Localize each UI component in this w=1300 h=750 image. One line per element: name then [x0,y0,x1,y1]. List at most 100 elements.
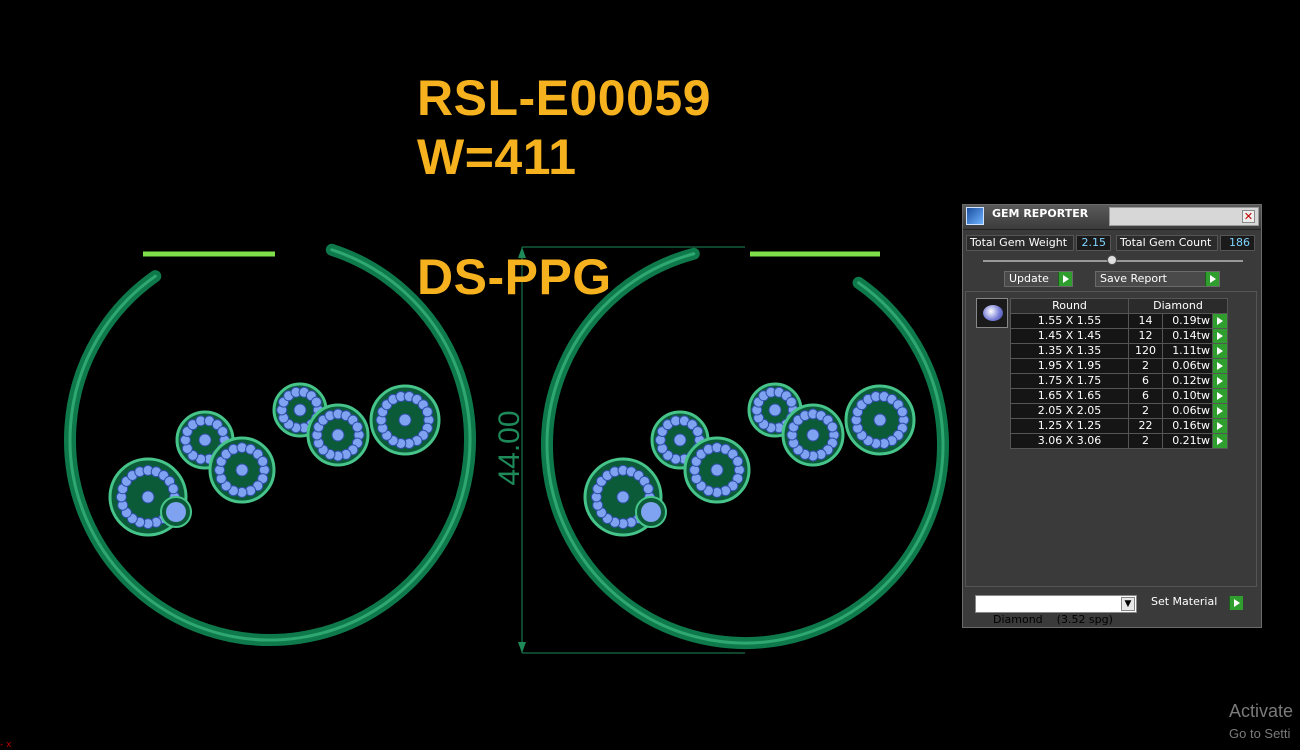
diamond-stone [235,463,249,477]
update-button-label: Update [1009,272,1049,285]
gem-size: 1.75 X 1.75 [1010,373,1129,389]
center-stone [641,502,661,522]
gem-weight: 0.14tw [1162,328,1213,344]
play-arrow-icon [1205,272,1219,286]
gem-size: 1.95 X 1.95 [1010,358,1129,374]
save-report-button[interactable]: Save Report [1095,271,1220,287]
gem-weight: 0.16tw [1162,418,1213,434]
center-stone [166,502,186,522]
report-slider-handle[interactable] [1107,255,1117,265]
gem-reporter-window[interactable]: GEM REPORTER ✕ Total Gem Weight 2.15 Tot… [962,204,1262,628]
table-row[interactable]: 1.55 X 1.55 14 0.19tw [1010,313,1228,329]
set-material-button-label: Set Material [1151,595,1218,608]
gem-table-panel: Round Diamond 1.55 X 1.55 14 0.19tw 1.45 X… [965,291,1257,587]
weight-label: W=411 [417,129,577,185]
gem-weight: 0.10tw [1162,388,1213,404]
select-row-arrow-icon[interactable] [1212,433,1228,449]
gem-count: 22 [1128,418,1163,434]
diamond-stone [692,425,704,437]
gem-size: 1.25 X 1.25 [1010,418,1129,434]
gem-count: 2 [1128,358,1163,374]
round-gem-icon [976,298,1008,328]
gem-reporter-titlebar[interactable]: GEM REPORTER ✕ [963,205,1261,230]
diamond-stone [642,483,654,495]
gem-table: Round Diamond 1.55 X 1.55 14 0.19tw 1.45 X… [1010,298,1228,449]
gem-size: 1.55 X 1.55 [1010,313,1129,329]
table-row[interactable]: 1.35 X 1.35 120 1.11tw [1010,343,1228,359]
material-select-value: Diamond (3.52 spg) [993,613,1113,626]
gem-size: 1.35 X 1.35 [1010,343,1129,359]
chevron-down-icon[interactable]: ▼ [1121,597,1135,611]
table-row[interactable]: 3.06 X 3.06 2 0.21tw [1010,433,1228,449]
diamond-stone [616,490,630,504]
gem-count: 2 [1128,433,1163,449]
gem-weight: 1.11tw [1162,343,1213,359]
gem-count: 12 [1128,328,1163,344]
diamond-stone [785,396,797,408]
table-row[interactable]: 1.75 X 1.75 6 0.12tw [1010,373,1228,389]
finish-code-label: DS-PPG [417,249,612,305]
save-report-button-label: Save Report [1100,272,1167,285]
column-header-shape: Round [1010,298,1129,314]
table-row[interactable]: 1.95 X 1.95 2 0.06tw [1010,358,1228,374]
diamond-stone [167,483,179,495]
titlebar-field: ✕ [1109,207,1259,226]
diamond-stone [331,428,345,442]
diamond-stone [398,413,412,427]
gem-size: 1.65 X 1.65 [1010,388,1129,404]
arrow-down-icon [518,642,526,653]
update-button[interactable]: Update [1004,271,1073,287]
diamond-stone [673,433,687,447]
diamond-stone [896,406,908,418]
close-icon[interactable]: ✕ [1242,210,1255,223]
gem-count: 2 [1128,403,1163,419]
axis-corner-marker: - x [0,740,12,750]
diamond-stone [198,433,212,447]
dimension-label: 44.00 [493,410,526,486]
play-arrow-icon [1058,272,1072,286]
material-select[interactable]: Diamond (3.52 spg) ▼ [975,595,1137,626]
gem-weight: 0.12tw [1162,373,1213,389]
diamond-stone [217,425,229,437]
table-row[interactable]: 1.45 X 1.45 12 0.14tw [1010,328,1228,344]
gem-count: 6 [1128,388,1163,404]
select-row-arrow-icon[interactable] [1212,373,1228,389]
diamond-stone [732,455,744,467]
select-row-arrow-icon[interactable] [1212,388,1228,404]
gem-weight: 0.19tw [1162,313,1213,329]
table-row[interactable]: 1.65 X 1.65 6 0.10tw [1010,388,1228,404]
diamond-stone [141,490,155,504]
set-material-button[interactable]: Set Material [1147,595,1243,613]
diamond-stone [310,396,322,408]
table-row[interactable]: 2.05 X 2.05 2 0.06tw [1010,403,1228,419]
gem-size: 2.05 X 2.05 [1010,403,1129,419]
select-row-arrow-icon[interactable] [1212,358,1228,374]
gem-size: 3.06 X 3.06 [1010,433,1129,449]
diamond-stone [257,455,269,467]
diamond-stone [806,428,820,442]
total-gem-count-value: 186 [1220,235,1255,251]
diamond-stone [293,403,307,417]
total-gem-weight-value: 2.15 [1076,235,1111,251]
gem-count: 120 [1128,343,1163,359]
gem-count: 14 [1128,313,1163,329]
part-code-label: RSL-E00059 [417,70,712,126]
total-gem-weight-label: Total Gem Weight [966,235,1074,251]
gem-weight: 0.06tw [1162,358,1213,374]
activation-watermark-subtitle: Go to Setti [1229,726,1291,741]
gem-weight: 0.06tw [1162,403,1213,419]
gem-reporter-app-icon [966,207,984,225]
table-row[interactable]: 1.25 X 1.25 22 0.16tw [1010,418,1228,434]
diamond-stone [710,463,724,477]
gem-reporter-title: GEM REPORTER [992,207,1089,220]
play-arrow-icon [1229,596,1243,610]
diamond-stone [421,406,433,418]
select-row-arrow-icon[interactable] [1212,418,1228,434]
select-row-arrow-icon[interactable] [1212,403,1228,419]
diamond-stone [351,421,363,433]
select-row-arrow-icon[interactable] [1212,328,1228,344]
diamond-stone [826,421,838,433]
select-row-arrow-icon[interactable] [1212,313,1228,329]
activation-watermark-title: Activate [1229,701,1294,721]
select-row-arrow-icon[interactable] [1212,343,1228,359]
